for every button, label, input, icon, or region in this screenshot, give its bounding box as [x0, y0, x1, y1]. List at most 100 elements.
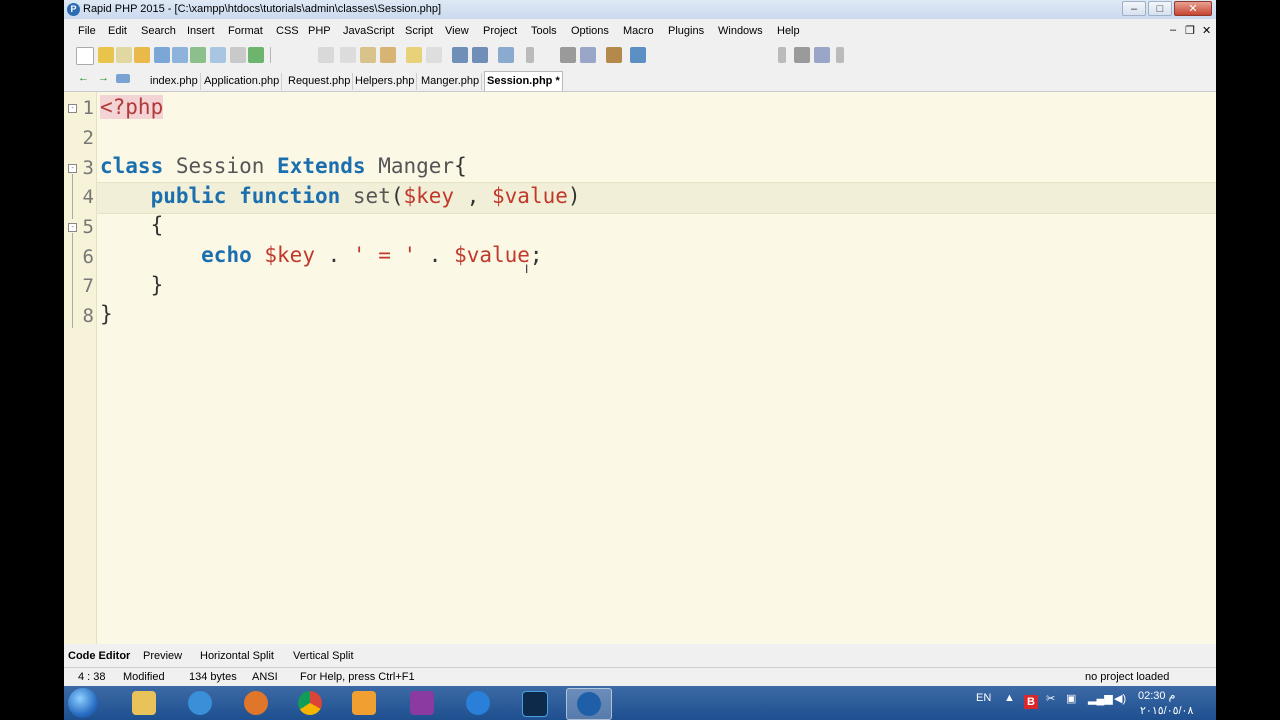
menu-help[interactable]: Help	[777, 25, 800, 37]
fold-toggle-icon[interactable]: -	[68, 104, 77, 113]
tab-vertical-split[interactable]: Vertical Split	[293, 648, 354, 664]
project-status: no project loaded	[1085, 671, 1170, 683]
brace: {	[454, 154, 467, 178]
menu-format[interactable]: Format	[228, 25, 263, 37]
fold-toggle-icon[interactable]: -	[68, 223, 77, 232]
tab-code-editor[interactable]: Code Editor	[68, 648, 130, 664]
taskbar-photoshop[interactable]	[512, 688, 556, 718]
copy-icon[interactable]	[340, 47, 356, 63]
doc-restore-button[interactable]: ❐	[1185, 24, 1195, 37]
save-all-icon[interactable]	[172, 47, 188, 63]
keyword-extends: Extends	[277, 154, 366, 178]
new-file-icon[interactable]	[76, 47, 94, 65]
brace: }	[150, 273, 164, 297]
volume-icon[interactable]: ◀)	[1114, 692, 1126, 705]
menu-view[interactable]: View	[445, 25, 469, 37]
code-editor[interactable]: 1 2 3 4 5 6 7 8 - - - <?php class Sessio…	[64, 92, 1216, 644]
find-in-files-icon[interactable]	[606, 47, 622, 63]
keyword-echo: echo	[201, 243, 252, 267]
menu-project[interactable]: Project	[483, 25, 517, 37]
menu-search[interactable]: Search	[141, 25, 176, 37]
find-previous-icon[interactable]	[814, 47, 830, 63]
replace-icon[interactable]	[580, 47, 596, 63]
menu-plugins[interactable]: Plugins	[668, 25, 704, 37]
template-icon[interactable]	[116, 47, 132, 63]
bookmark-icon[interactable]	[630, 47, 646, 63]
toolbar-dropdown-3-icon[interactable]	[836, 47, 844, 63]
validate-icon[interactable]	[248, 47, 264, 63]
menu-css[interactable]: CSS	[276, 25, 299, 37]
network-signal-icon[interactable]: ▂▄▆	[1088, 692, 1113, 705]
php-open-tag: <?php	[100, 95, 164, 119]
menu-macro[interactable]: Macro	[623, 25, 654, 37]
tray-device-icon[interactable]: ▣	[1066, 692, 1076, 705]
minimize-button[interactable]: –	[1122, 1, 1146, 16]
layout-icon[interactable]	[498, 47, 514, 63]
save-icon[interactable]	[154, 47, 170, 63]
menu-file[interactable]: File	[78, 25, 96, 37]
tray-expand-icon[interactable]: ▲	[1004, 692, 1015, 704]
tab-session-php[interactable]: Session.php *	[484, 71, 563, 91]
menu-options[interactable]: Options	[571, 25, 609, 37]
file-encoding: ANSI	[252, 671, 278, 683]
tab-request-php[interactable]: Request.php	[286, 73, 354, 90]
fold-toggle-icon[interactable]: -	[68, 164, 77, 173]
paste-icon[interactable]	[360, 47, 376, 63]
text-cursor-icon: I	[525, 262, 529, 276]
tray-b-icon[interactable]: B	[1024, 695, 1038, 709]
refresh-icon[interactable]	[190, 47, 206, 63]
spell-check-icon[interactable]	[230, 47, 246, 63]
line-number: 2	[82, 127, 94, 149]
tray-tool-icon[interactable]: ✂	[1046, 692, 1055, 705]
menu-insert[interactable]: Insert	[187, 25, 215, 37]
main-toolbar	[64, 43, 1216, 67]
clock-date[interactable]: ٢٠١٥/٠٥/٠٨	[1140, 704, 1193, 717]
language-indicator[interactable]: EN	[976, 692, 991, 704]
tab-index-php[interactable]: index.php	[148, 73, 201, 90]
menu-tools[interactable]: Tools	[531, 25, 557, 37]
open-folder-icon[interactable]	[134, 47, 150, 63]
taskbar-chrome[interactable]	[288, 688, 332, 718]
windows-start-icon[interactable]	[68, 688, 98, 718]
find-next-icon[interactable]	[794, 47, 810, 63]
menu-windows[interactable]: Windows	[718, 25, 763, 37]
doc-close-button[interactable]: ✕	[1202, 24, 1211, 37]
tab-manger-php[interactable]: Manger.php	[419, 73, 483, 90]
find-icon[interactable]	[560, 47, 576, 63]
paren: (	[390, 184, 404, 208]
toolbar-dropdown-icon[interactable]	[526, 47, 534, 63]
taskbar-winrar[interactable]	[400, 688, 444, 718]
tab-helpers-php[interactable]: Helpers.php	[353, 73, 418, 90]
undo-icon[interactable]	[406, 47, 422, 63]
taskbar-rapid-php[interactable]	[566, 688, 612, 720]
outdent-icon[interactable]	[472, 47, 488, 63]
taskbar-media-player[interactable]	[342, 688, 386, 718]
menu-php[interactable]: PHP	[308, 25, 331, 37]
menu-script[interactable]: Script	[405, 25, 433, 37]
tab-preview[interactable]: Preview	[143, 648, 182, 664]
redo-icon[interactable]	[426, 47, 442, 63]
taskbar-explorer[interactable]	[122, 688, 166, 718]
taskbar-ie[interactable]	[178, 688, 222, 718]
doc-minimize-button[interactable]: –	[1170, 24, 1176, 36]
close-button[interactable]: ✕	[1174, 1, 1212, 16]
cut-icon[interactable]	[318, 47, 334, 63]
tab-horizontal-split[interactable]: Horizontal Split	[200, 648, 274, 664]
indent-icon[interactable]	[452, 47, 468, 63]
taskbar-firefox[interactable]	[234, 688, 278, 718]
window-title: Rapid PHP 2015 - [C:\xampp\htdocs\tutori…	[83, 3, 442, 15]
fold-guide	[72, 233, 73, 328]
paste-special-icon[interactable]	[380, 47, 396, 63]
menu-javascript[interactable]: JavaScript	[343, 25, 394, 37]
concat-operator: .	[416, 243, 455, 267]
browser-preview-icon[interactable]	[210, 47, 226, 63]
toolbar-dropdown-2-icon[interactable]	[778, 47, 786, 63]
winrar-icon	[410, 691, 434, 715]
tab-application-php[interactable]: Application.php	[202, 73, 283, 90]
edit-file-icon[interactable]	[98, 47, 114, 63]
menu-edit[interactable]: Edit	[108, 25, 127, 37]
taskbar-teamviewer[interactable]	[456, 688, 500, 718]
teamviewer-icon	[466, 691, 490, 715]
clock-time[interactable]: 02:30 م	[1138, 689, 1175, 702]
maximize-button[interactable]: □	[1148, 1, 1172, 16]
